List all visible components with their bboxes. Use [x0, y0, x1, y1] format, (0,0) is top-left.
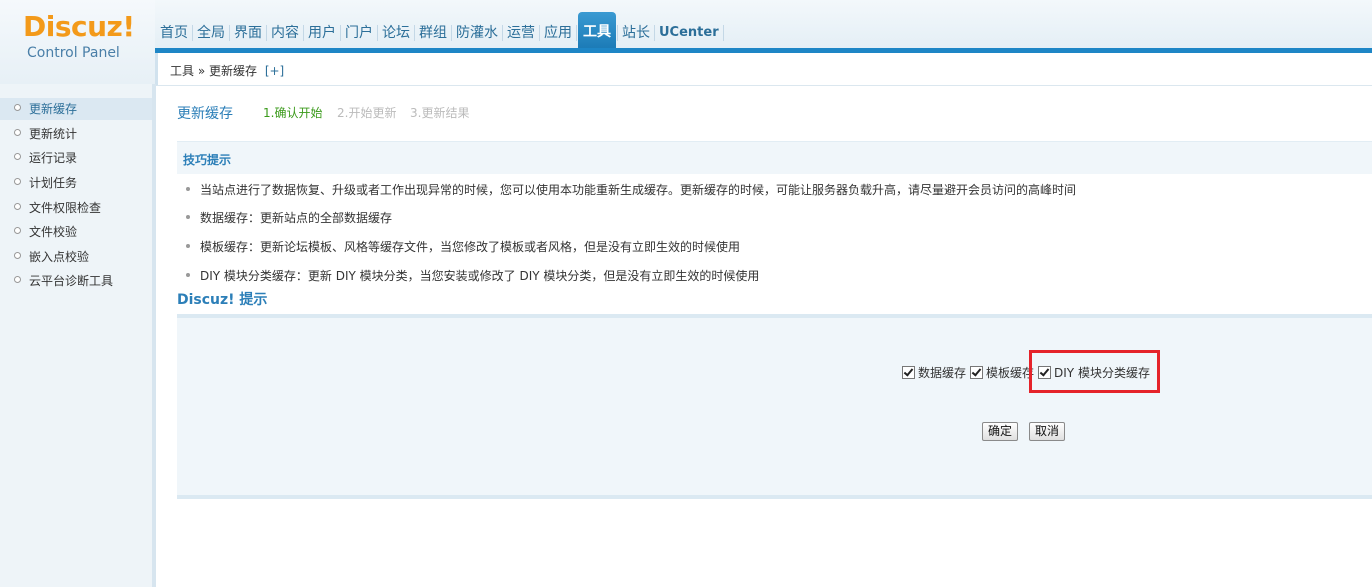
tip-text: 数据缓存：更新站点的全部数据缓存: [200, 211, 393, 225]
bullet-icon: [14, 276, 21, 283]
nav-operations[interactable]: 运营: [504, 19, 538, 47]
nav-portal[interactable]: 门户: [342, 19, 376, 47]
bullet-icon: [186, 186, 190, 191]
bullet-icon: [14, 252, 21, 259]
tip-text: 模板缓存：更新论坛模板、风格等缓存文件，当您修改了模板或者风格，但是没有立即生效…: [200, 240, 741, 254]
tip-item: 数据缓存：更新站点的全部数据缓存: [186, 210, 392, 226]
tip-text: DIY 模块分类缓存：更新 DIY 模块分类，当您安装或修改了 DIY 模块分类…: [200, 269, 760, 283]
sidebar-item-scheduled-tasks[interactable]: 计划任务: [0, 172, 152, 194]
nav-divider: [502, 25, 503, 41]
sidebar-item-label: 嵌入点校验: [29, 250, 90, 264]
bullet-icon: [186, 272, 190, 277]
nav-divider: [576, 25, 577, 41]
nav-apps[interactable]: 应用: [541, 19, 575, 47]
sidebar-item-label: 运行记录: [29, 151, 78, 165]
nav-divider: [617, 25, 618, 41]
checkbox-label: 模板缓存: [986, 366, 1035, 380]
logo-area: Discuz! Control Panel: [0, 0, 155, 84]
nav-ucenter[interactable]: UCenter: [656, 19, 722, 47]
sidebar-item-label: 计划任务: [29, 176, 78, 190]
nav-divider: [414, 25, 415, 41]
nav-users[interactable]: 用户: [305, 19, 339, 47]
hint-title: Discuz! 提示: [177, 292, 268, 308]
nav-forum[interactable]: 论坛: [379, 19, 413, 47]
template-cache-checkbox[interactable]: [970, 366, 984, 379]
sidebar-item-run-log[interactable]: 运行记录: [0, 147, 152, 169]
nav-interface[interactable]: 界面: [231, 19, 265, 47]
tip-item: DIY 模块分类缓存：更新 DIY 模块分类，当您安装或修改了 DIY 模块分类…: [186, 268, 759, 284]
page-title: 更新缓存: [177, 106, 233, 122]
bullet-icon: [14, 178, 21, 185]
nav-divider: [229, 25, 230, 41]
nav-divider: [654, 25, 655, 41]
step-update: 2.开始更新: [337, 106, 397, 120]
sidebar-item-cloud-diagnostics[interactable]: 云平台诊断工具: [0, 270, 152, 292]
sidebar: 更新缓存 更新统计 运行记录 计划任务 文件权限检查 文件校验 嵌入点校验 云平…: [0, 84, 156, 587]
breadcrumb-path: 工具 » 更新缓存: [170, 64, 257, 78]
nav-divider: [451, 25, 452, 41]
sidebar-item-hook-check[interactable]: 嵌入点校验: [0, 246, 152, 268]
tip-item: 当站点进行了数据恢复、升级或者工作出现异常的时候，您可以使用本功能重新生成缓存。…: [186, 182, 1076, 198]
sidebar-item-file-check[interactable]: 文件校验: [0, 221, 152, 243]
sidebar-item-update-cache[interactable]: 更新缓存: [0, 98, 152, 120]
sidebar-item-label: 文件校验: [29, 225, 78, 239]
bullet-icon: [186, 214, 190, 219]
sidebar-item-label: 文件权限检查: [29, 201, 102, 215]
sidebar-item-file-permissions[interactable]: 文件权限检查: [0, 197, 152, 219]
confirm-button[interactable]: 确定: [982, 422, 1018, 441]
bullet-icon: [14, 153, 21, 160]
nav-divider: [377, 25, 378, 41]
nav-antispam[interactable]: 防灌水: [453, 19, 501, 47]
bullet-icon: [14, 104, 21, 111]
logo-subtitle: Control Panel: [27, 45, 120, 61]
sidebar-item-label: 云平台诊断工具: [29, 274, 114, 288]
checkbox-label: 数据缓存: [918, 366, 967, 380]
highlight-box: [1029, 350, 1160, 393]
nav-divider: [192, 25, 193, 41]
nav-divider: [539, 25, 540, 41]
add-shortcut-link[interactable]: [+]: [265, 64, 284, 78]
nav-groups[interactable]: 群组: [416, 19, 450, 47]
nav-divider: [266, 25, 267, 41]
tips-title: 技巧提示: [183, 153, 232, 167]
nav-home[interactable]: 首页: [157, 19, 191, 47]
bullet-icon: [14, 227, 21, 234]
nav-global[interactable]: 全局: [194, 19, 228, 47]
nav-tools[interactable]: 工具: [578, 12, 616, 52]
nav-divider: [340, 25, 341, 41]
logo[interactable]: Discuz!: [23, 10, 135, 44]
step-confirm: 1.确认开始: [263, 106, 323, 120]
hint-panel: [177, 314, 1372, 499]
nav-content[interactable]: 内容: [268, 19, 302, 47]
sidebar-item-label: 更新统计: [29, 127, 78, 141]
nav-webmaster[interactable]: 站长: [619, 19, 653, 47]
sidebar-item-update-stats[interactable]: 更新统计: [0, 123, 152, 145]
breadcrumb: 工具 » 更新缓存 [+]: [155, 53, 1372, 86]
bullet-icon: [186, 243, 190, 248]
tips-header: 技巧提示: [177, 141, 1372, 174]
nav-divider: [303, 25, 304, 41]
nav-divider: [722, 25, 724, 41]
tip-text: 当站点进行了数据恢复、升级或者工作出现异常的时候，您可以使用本功能重新生成缓存。…: [200, 183, 1077, 197]
main-nav: 首页 全局 界面 内容 用户 门户 论坛 群组 防灌水 运营 应用 工具 站长 …: [157, 12, 725, 52]
bullet-icon: [14, 129, 21, 136]
step-result: 3.更新结果: [410, 106, 470, 120]
tip-item: 模板缓存：更新论坛模板、风格等缓存文件，当您修改了模板或者风格，但是没有立即生效…: [186, 239, 740, 255]
sidebar-item-label: 更新缓存: [29, 102, 78, 116]
data-cache-checkbox[interactable]: [902, 366, 915, 379]
bullet-icon: [14, 203, 21, 210]
cancel-button[interactable]: 取消: [1029, 422, 1065, 441]
